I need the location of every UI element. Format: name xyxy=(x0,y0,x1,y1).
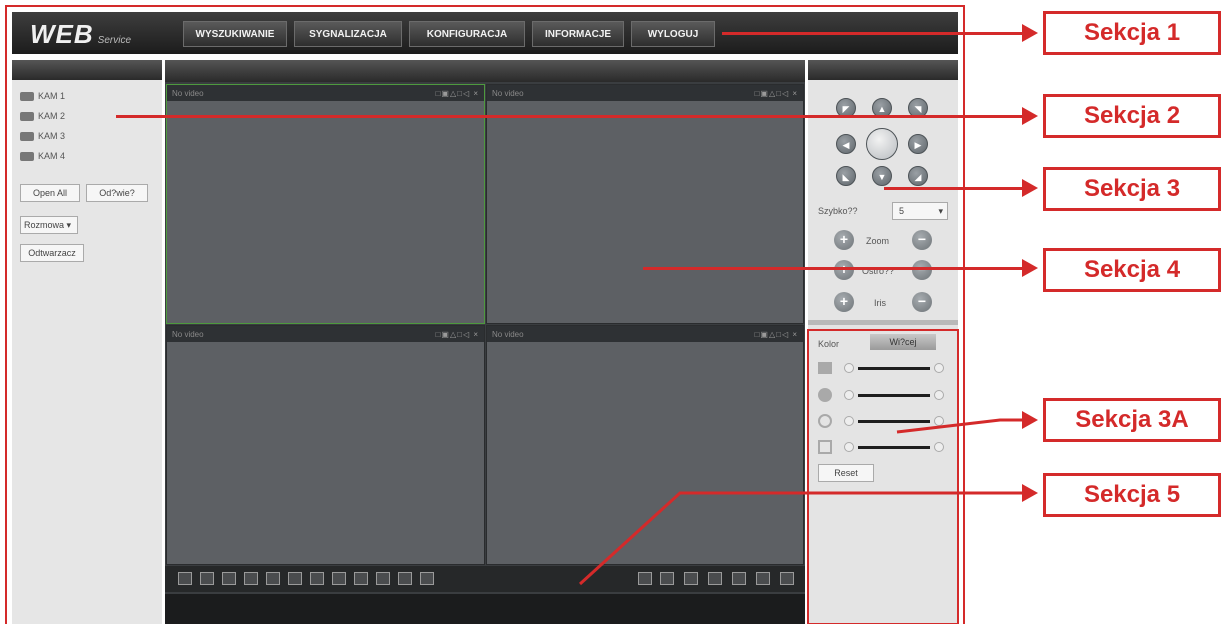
arrow-icon xyxy=(1022,411,1038,429)
section-3a-outline xyxy=(807,329,959,624)
annotation-label-3a: Sekcja 3A xyxy=(1043,398,1221,442)
arrow-icon xyxy=(1022,484,1038,502)
annotation-line-3a xyxy=(896,418,1022,434)
annotation-label-5: Sekcja 5 xyxy=(1043,473,1221,517)
annotation-diagonal-lines xyxy=(578,329,1022,624)
annotation-line-5 xyxy=(578,491,1022,586)
